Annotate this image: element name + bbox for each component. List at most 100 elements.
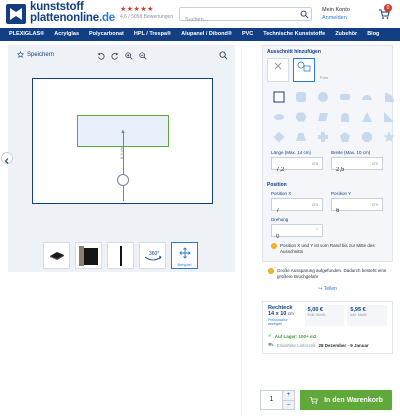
logo-icon[interactable] xyxy=(6,4,26,24)
price-excl-label: Exkl. MwSt. xyxy=(307,313,326,317)
fullscreen-zoom-icon[interactable] xyxy=(219,51,228,60)
pos-x-field: Position X cm xyxy=(271,191,323,217)
shape-ellipse[interactable] xyxy=(271,109,286,124)
shape-quarter-circle[interactable] xyxy=(381,89,396,104)
add-to-cart-button[interactable]: In den Warenkorb xyxy=(300,390,392,410)
nav-item-zubehoer[interactable]: Zubehör xyxy=(325,28,357,41)
nav-item-alupanel[interactable]: Alupanel / Dibond® xyxy=(171,28,232,41)
position-info: i Position X und Y ist vom Rand bis zur … xyxy=(263,243,392,261)
dimension-line xyxy=(123,131,124,201)
shape-trapezoid[interactable] xyxy=(293,129,308,144)
account[interactable]: Mein Konto Anmelden xyxy=(322,6,350,22)
pos-x-input[interactable] xyxy=(272,205,310,217)
column-divider xyxy=(241,45,242,416)
length-field: Länge (Max. 14 cm) cm xyxy=(271,150,323,176)
rating[interactable]: ★★★★★ 4,6 / 5058 Bewertungen xyxy=(120,6,173,21)
zoom-out-icon[interactable] xyxy=(139,52,147,60)
nav-item-blog[interactable]: Blog xyxy=(357,28,379,41)
shape-square[interactable] xyxy=(271,89,286,104)
account-title: Mein Konto xyxy=(322,7,350,13)
pos-x-label: Position X xyxy=(271,191,292,196)
shape-octagon[interactable] xyxy=(359,129,374,144)
search-input[interactable] xyxy=(180,14,298,26)
thumb-360[interactable]: 360° xyxy=(139,242,166,269)
price-structure-link[interactable]: Preisstruktur anzeigen xyxy=(268,318,302,326)
shape-star[interactable] xyxy=(381,129,396,144)
truck-icon: ⛟ xyxy=(268,342,274,347)
rotate-360-icon: 360° xyxy=(144,251,162,260)
cut-type-form[interactable]: Form xyxy=(293,58,328,82)
nav-item-plexiglas[interactable]: PLEXIGLAS® xyxy=(0,28,44,41)
size-fields: Länge (Max. 14 cm) cm Breite (Max. 10 cm… xyxy=(263,150,392,176)
cut-type-form-label: Form xyxy=(319,76,329,80)
rounded-square-icon xyxy=(295,91,306,102)
shape-rounded-square[interactable] xyxy=(293,89,308,104)
shape-rounded-rect[interactable] xyxy=(337,89,352,104)
save-button[interactable]: Speichern xyxy=(17,51,54,58)
thumb-beispiel[interactable]: Beispiel xyxy=(171,242,198,269)
quantity-value[interactable]: 1 xyxy=(261,391,282,409)
pos-y-field: Position Y cm xyxy=(331,191,383,217)
thumb-panel-edge[interactable] xyxy=(107,242,134,269)
add-to-cart-label: In den Warenkorb xyxy=(324,396,383,404)
previous-arrow-button[interactable] xyxy=(1,152,13,164)
shape-half-circle[interactable] xyxy=(359,89,374,104)
square-icon xyxy=(273,91,284,102)
shape-arch[interactable] xyxy=(337,109,352,124)
parallelogram-icon xyxy=(317,112,328,121)
nav-item-polycarbonat[interactable]: Polycarbonat xyxy=(79,28,124,41)
rotation-unit: ° xyxy=(316,228,318,233)
cross-icon xyxy=(317,131,328,142)
shape-hexagon[interactable] xyxy=(293,109,308,124)
pos-y-unit: cm xyxy=(372,202,378,207)
login-link[interactable]: Anmelden xyxy=(322,14,350,22)
share-button[interactable]: ↪ Teilen xyxy=(262,280,393,298)
star-icon xyxy=(383,131,394,142)
quantity-minus-button[interactable]: – xyxy=(282,399,294,409)
nav-item-hpl[interactable]: HPL / Trespa® xyxy=(124,28,171,41)
shape-triangle[interactable] xyxy=(359,109,374,124)
chevron-left-icon xyxy=(4,158,9,164)
pos-y-box: cm xyxy=(331,198,383,217)
width-input[interactable] xyxy=(332,164,370,176)
logo[interactable]: kunststoff plattenonline.de xyxy=(30,1,115,24)
price-excl: 5,00 € Exkl. MwSt. xyxy=(304,305,345,326)
shape-parallelogram[interactable] xyxy=(315,109,330,124)
panel-edge-icon xyxy=(119,245,122,266)
pos-y-input[interactable] xyxy=(332,205,370,217)
thumb-panel-black[interactable] xyxy=(43,242,70,269)
shape-circle[interactable] xyxy=(315,89,330,104)
shapes-icon xyxy=(297,61,311,72)
thumb-panel-angle[interactable] xyxy=(75,242,102,269)
quantity-plus-button[interactable]: + xyxy=(282,391,294,400)
shape-pentagon[interactable] xyxy=(337,129,352,144)
search-icon[interactable] xyxy=(300,10,309,19)
delivery-prefix: Erwartete Lieferzeit xyxy=(276,343,316,348)
zoom-in-icon[interactable] xyxy=(125,52,133,60)
nav-item-pvc[interactable]: PVC xyxy=(232,28,253,41)
triangle-icon xyxy=(361,111,372,122)
panel-black-icon xyxy=(49,251,64,260)
diamond-icon xyxy=(273,131,284,142)
price-box: Rechteck 14 x 10 cm Preisstruktur anzeig… xyxy=(262,301,393,354)
rotation-input[interactable] xyxy=(272,231,310,243)
nav-item-acrylglas[interactable]: Acrylglas xyxy=(44,28,79,41)
price-incl: 5,95 € Inkl. MwSt. xyxy=(347,305,388,326)
rotate-right-icon[interactable] xyxy=(111,52,119,60)
price-incl-label: Inkl. MwSt. xyxy=(350,313,368,317)
nav-item-technische[interactable]: Technische Kunststoffe xyxy=(253,28,325,41)
shape-cross[interactable] xyxy=(315,129,330,144)
cut-type-options: Keine Form xyxy=(263,58,392,86)
rounded-rect-icon xyxy=(339,93,350,100)
config-panel: Ausschnitt hinzufügen Keine Form xyxy=(262,45,396,354)
cut-type-keine[interactable]: Keine xyxy=(267,58,302,82)
half-circle-icon xyxy=(361,94,372,100)
cart-icon xyxy=(309,396,318,404)
cutout-center-marker[interactable] xyxy=(117,174,129,186)
rotate-left-icon[interactable] xyxy=(97,52,105,60)
width-label: Breite (Max. 10 cm) xyxy=(331,150,371,155)
cutout-box: Ausschnitt hinzufügen Keine Form xyxy=(262,45,396,262)
length-input[interactable] xyxy=(272,164,310,176)
shape-diamond[interactable] xyxy=(271,129,286,144)
shape-right-triangle[interactable] xyxy=(381,109,396,124)
